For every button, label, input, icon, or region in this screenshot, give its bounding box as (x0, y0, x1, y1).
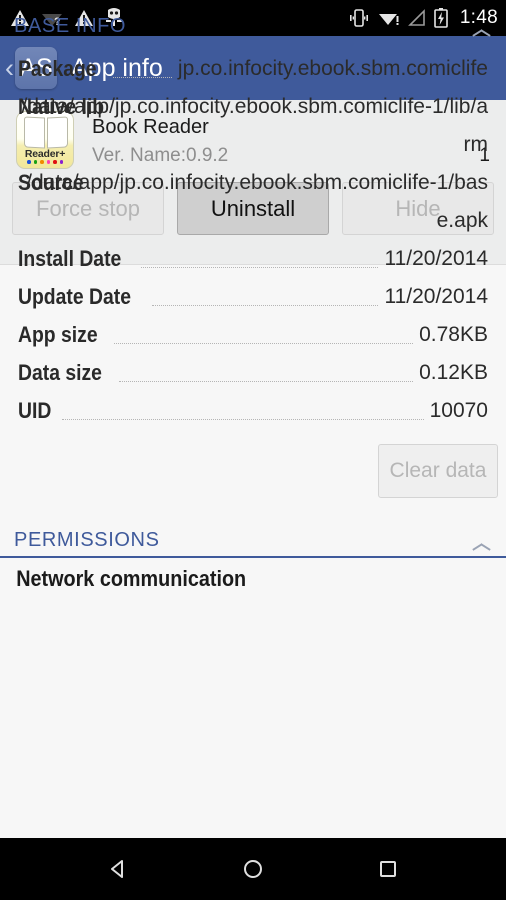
info-row-value: 11/20/2014 (384, 247, 488, 270)
info-row-value: /data/app/jp.co.infocity.ebook.sbm.comic… (26, 171, 488, 232)
info-row-value: jp.co.infocity.ebook.sbm.comiclife (177, 57, 488, 80)
info-row[interactable]: UID 10070 (8, 392, 498, 430)
info-row[interactable]: Update Date 11/20/2014 (8, 278, 498, 316)
permissions-section-header[interactable]: PERMISSIONS (0, 514, 506, 558)
info-row[interactable]: Install Date 11/20/2014 (8, 240, 498, 278)
base-info-title: BASE INFO (14, 15, 127, 37)
base-info-rows: Package jp.co.infocity.ebook.sbm.comiclif… (0, 44, 506, 430)
info-row-label: Data size (18, 360, 102, 385)
info-row-label: Native lib (18, 94, 105, 119)
app-info-screen: ? 1:48 ‹ AS App info Reader+ Book Reader… (0, 0, 506, 900)
dotted-leader (119, 381, 414, 382)
info-row[interactable]: Native lib/data/app/jp.co.infocity.ebook… (8, 88, 498, 164)
info-row-value: 11/20/2014 (384, 285, 488, 308)
info-row-label: Update Date (18, 284, 131, 309)
info-row-label: Source (18, 170, 84, 195)
back-triangle-icon[interactable] (104, 855, 132, 883)
permission-group-name: Network communication (16, 566, 247, 591)
dotted-leader (114, 343, 414, 344)
info-row-label: App size (18, 322, 98, 347)
chevron-up-icon[interactable] (472, 540, 492, 552)
info-row-label: Package (18, 56, 97, 81)
dotted-leader (113, 77, 172, 78)
info-row[interactable]: Source/data/app/jp.co.infocity.ebook.sbm… (8, 164, 498, 240)
chevron-up-icon[interactable] (472, 26, 492, 38)
dotted-leader (152, 305, 379, 306)
navigation-bar (0, 838, 506, 900)
info-row-value: 10070 (429, 399, 488, 422)
dotted-leader (141, 267, 379, 268)
info-row-value: 0.12KB (419, 361, 488, 384)
info-row-value: 0.78KB (419, 323, 488, 346)
permissions-title: PERMISSIONS (14, 529, 160, 551)
clear-data-row: Clear data (0, 430, 506, 498)
home-circle-icon[interactable] (239, 855, 267, 883)
info-row[interactable]: App size 0.78KB (8, 316, 498, 354)
recents-square-icon[interactable] (374, 855, 402, 883)
clear-data-button[interactable]: Clear data (378, 444, 498, 498)
info-row-label: UID (18, 398, 52, 423)
base-info-section-header[interactable]: BASE INFO (0, 0, 506, 44)
info-row-label: Install Date (18, 246, 122, 271)
info-row[interactable]: Package jp.co.infocity.ebook.sbm.comiclif… (8, 50, 498, 88)
info-row[interactable]: Data size 0.12KB (8, 354, 498, 392)
dotted-leader (61, 419, 424, 420)
